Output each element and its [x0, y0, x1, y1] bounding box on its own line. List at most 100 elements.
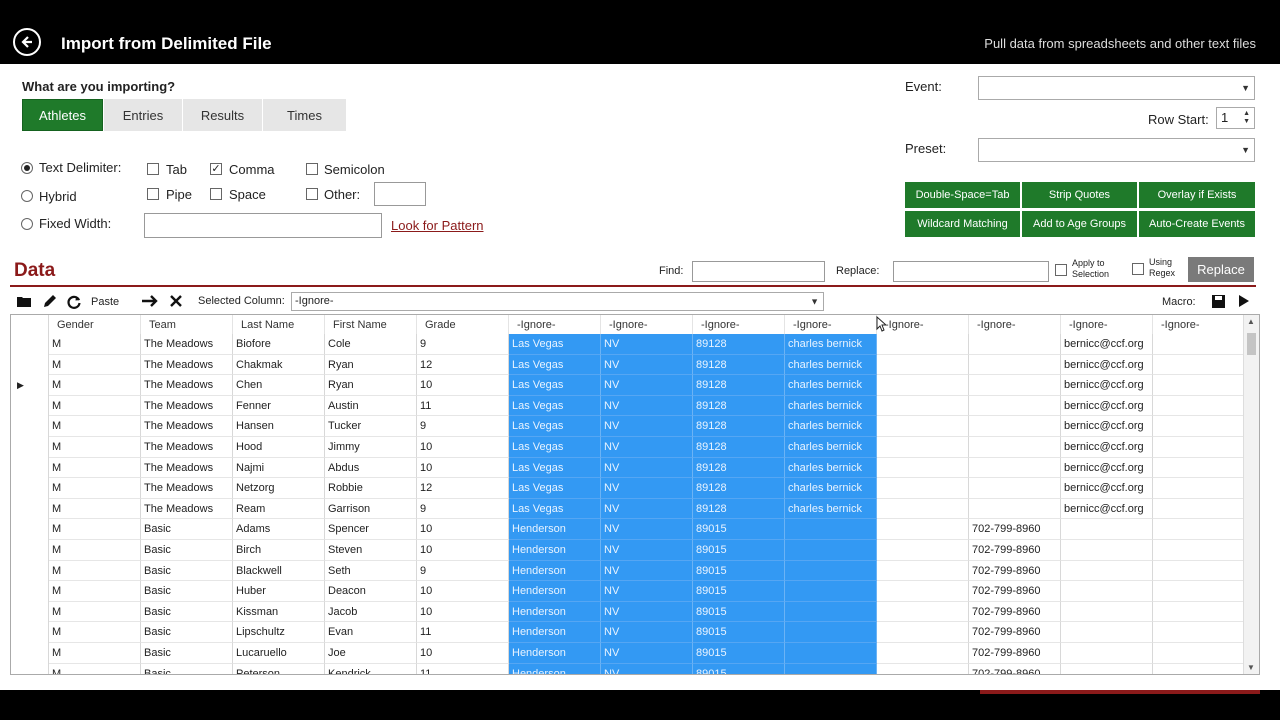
- column-header[interactable]: Last Name: [233, 315, 325, 335]
- fixed-width-input[interactable]: [144, 213, 382, 238]
- save-icon[interactable]: [1211, 294, 1226, 313]
- table-cell[interactable]: 89128: [693, 395, 785, 417]
- table-cell[interactable]: 89015: [693, 622, 785, 643]
- table-cell[interactable]: 702-799-8960: [969, 540, 1061, 561]
- table-cell[interactable]: Abdus: [325, 457, 417, 479]
- table-cell[interactable]: M: [49, 519, 141, 540]
- table-cell[interactable]: Joe: [325, 643, 417, 664]
- preset-dropdown[interactable]: ▼: [978, 138, 1255, 162]
- table-cell[interactable]: 89015: [693, 519, 785, 540]
- table-cell[interactable]: 10: [417, 519, 509, 540]
- table-cell[interactable]: [969, 416, 1061, 437]
- table-cell[interactable]: 89015: [693, 601, 785, 623]
- table-cell[interactable]: Najmi: [233, 457, 325, 479]
- table-cell[interactable]: 89128: [693, 478, 785, 499]
- column-header[interactable]: Team: [141, 315, 233, 335]
- table-cell[interactable]: 9: [417, 334, 509, 355]
- table-cell[interactable]: 89128: [693, 354, 785, 376]
- replace-button[interactable]: Replace: [1188, 257, 1254, 282]
- table-cell[interactable]: charles bernick: [785, 375, 877, 396]
- table-cell[interactable]: [877, 416, 969, 437]
- table-cell[interactable]: Hood: [233, 437, 325, 458]
- table-cell[interactable]: bernicc@ccf.org: [1061, 395, 1153, 417]
- table-cell[interactable]: Lucaruello: [233, 643, 325, 664]
- table-cell[interactable]: Blackwell: [233, 560, 325, 582]
- table-cell[interactable]: M: [49, 354, 141, 376]
- table-cell[interactable]: charles bernick: [785, 334, 877, 355]
- table-cell[interactable]: [1153, 375, 1245, 396]
- table-cell[interactable]: [1153, 334, 1245, 355]
- table-cell[interactable]: NV: [601, 498, 693, 520]
- table-cell[interactable]: NV: [601, 519, 693, 540]
- replace-input[interactable]: [893, 261, 1049, 282]
- table-cell[interactable]: [785, 643, 877, 664]
- table-cell[interactable]: 12: [417, 354, 509, 376]
- table-cell[interactable]: [785, 581, 877, 602]
- table-cell[interactable]: [1061, 663, 1153, 674]
- table-cell[interactable]: [1061, 560, 1153, 582]
- table-cell[interactable]: [1061, 519, 1153, 540]
- table-cell[interactable]: [1153, 540, 1245, 561]
- table-cell[interactable]: bernicc@ccf.org: [1061, 354, 1153, 376]
- play-icon[interactable]: [1238, 294, 1250, 312]
- table-cell[interactable]: Henderson: [509, 540, 601, 561]
- table-cell[interactable]: [877, 622, 969, 643]
- table-cell[interactable]: Adams: [233, 519, 325, 540]
- table-cell[interactable]: Cole: [325, 334, 417, 355]
- table-cell[interactable]: NV: [601, 663, 693, 674]
- column-header[interactable]: -Ignore-: [509, 315, 601, 335]
- selected-column-dropdown[interactable]: -Ignore- ▼: [291, 292, 824, 311]
- table-cell[interactable]: 89128: [693, 375, 785, 396]
- table-cell[interactable]: 10: [417, 457, 509, 479]
- table-cell[interactable]: The Meadows: [141, 437, 233, 458]
- table-cell[interactable]: 702-799-8960: [969, 663, 1061, 674]
- table-cell[interactable]: Henderson: [509, 663, 601, 674]
- table-cell[interactable]: Las Vegas: [509, 395, 601, 417]
- table-cell[interactable]: Las Vegas: [509, 375, 601, 396]
- table-cell[interactable]: Las Vegas: [509, 478, 601, 499]
- table-cell[interactable]: M: [49, 334, 141, 355]
- table-cell[interactable]: [877, 519, 969, 540]
- tab-results[interactable]: Results: [183, 99, 262, 131]
- table-cell[interactable]: [1061, 643, 1153, 664]
- table-cell[interactable]: [877, 581, 969, 602]
- table-cell[interactable]: [1061, 622, 1153, 643]
- table-cell[interactable]: Basic: [141, 663, 233, 674]
- table-cell[interactable]: Henderson: [509, 622, 601, 643]
- table-cell[interactable]: [877, 560, 969, 582]
- column-header[interactable]: First Name: [325, 315, 417, 335]
- table-cell[interactable]: NV: [601, 457, 693, 479]
- table-cell[interactable]: charles bernick: [785, 478, 877, 499]
- table-cell[interactable]: Kendrick: [325, 663, 417, 674]
- table-cell[interactable]: NV: [601, 395, 693, 417]
- table-cell[interactable]: [785, 519, 877, 540]
- table-cell[interactable]: [1153, 437, 1245, 458]
- table-cell[interactable]: NV: [601, 354, 693, 376]
- table-cell[interactable]: Evan: [325, 622, 417, 643]
- table-cell[interactable]: bernicc@ccf.org: [1061, 478, 1153, 499]
- comma-checkbox[interactable]: ✓: [210, 163, 222, 175]
- table-cell[interactable]: 702-799-8960: [969, 560, 1061, 582]
- table-cell[interactable]: 89015: [693, 643, 785, 664]
- table-cell[interactable]: 9: [417, 416, 509, 437]
- table-cell[interactable]: 89015: [693, 540, 785, 561]
- other-delimiter-input[interactable]: [374, 182, 426, 206]
- tab-checkbox[interactable]: [147, 163, 159, 175]
- table-cell[interactable]: [1153, 416, 1245, 437]
- paste-button[interactable]: Paste: [91, 296, 119, 308]
- tab-entries[interactable]: Entries: [104, 99, 182, 131]
- hybrid-radio[interactable]: [21, 190, 33, 202]
- table-cell[interactable]: 11: [417, 622, 509, 643]
- table-cell[interactable]: [785, 560, 877, 582]
- table-cell[interactable]: [877, 478, 969, 499]
- column-header[interactable]: -Ignore-: [785, 315, 877, 335]
- table-cell[interactable]: charles bernick: [785, 457, 877, 479]
- table-cell[interactable]: [1153, 478, 1245, 499]
- table-cell[interactable]: Biofore: [233, 334, 325, 355]
- table-cell[interactable]: 702-799-8960: [969, 643, 1061, 664]
- table-cell[interactable]: [969, 478, 1061, 499]
- table-cell[interactable]: 89128: [693, 416, 785, 437]
- table-cell[interactable]: 89015: [693, 560, 785, 582]
- table-cell[interactable]: Hansen: [233, 416, 325, 437]
- table-cell[interactable]: Garrison: [325, 498, 417, 520]
